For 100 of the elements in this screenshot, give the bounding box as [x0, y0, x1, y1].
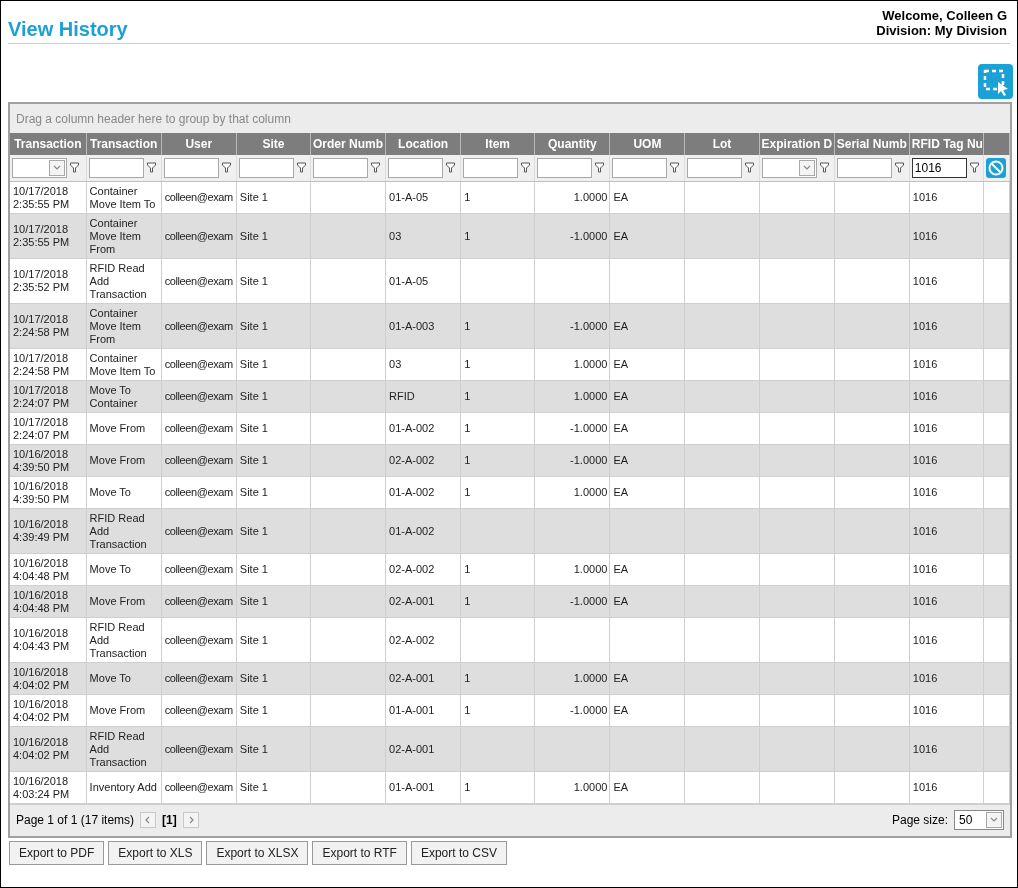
- previous-page-button[interactable]: [140, 812, 157, 828]
- filter-field[interactable]: [537, 157, 593, 178]
- column-header[interactable]: UOM: [609, 133, 685, 155]
- filter-icon[interactable]: [221, 162, 231, 174]
- table-cell: Site 1: [239, 358, 268, 370]
- table-cell: 1: [464, 704, 471, 716]
- filter-field[interactable]: [612, 157, 668, 178]
- export-button[interactable]: Export to CSV: [410, 840, 507, 865]
- table-cell: 02-A-002: [389, 563, 435, 575]
- table-cell: 10/16/2018 4:04:48 PM: [13, 588, 70, 614]
- table-cell: 01-A-001: [389, 704, 435, 716]
- clear-filter-button[interactable]: [985, 157, 1006, 178]
- table-cell: 1016: [912, 229, 938, 242]
- table-cell: Container Move Item To: [89, 184, 156, 210]
- table-cell: 10/16/2018 4:39:50 PM: [13, 447, 70, 473]
- column-header[interactable]: Site: [236, 133, 311, 155]
- column-header[interactable]: Lot: [685, 133, 760, 155]
- filter-field[interactable]: [88, 157, 144, 178]
- table-cell: EA: [613, 704, 629, 716]
- table-cell: colleen@exam: [164, 319, 233, 332]
- filter-field[interactable]: [312, 157, 368, 178]
- column-header[interactable]: Item: [460, 133, 535, 155]
- table-cell: 03: [389, 358, 402, 370]
- filter-field[interactable]: [163, 157, 219, 178]
- filter-icon[interactable]: [670, 162, 680, 174]
- table-cell: 1.0000: [573, 781, 608, 793]
- table-cell: colleen@exam: [164, 390, 233, 402]
- table-cell: 10/16/2018 4:04:02 PM: [13, 665, 70, 691]
- table-cell: -1.0000: [570, 595, 608, 607]
- filter-field[interactable]: [836, 157, 892, 178]
- table-cell: 10/16/2018 4:04:48 PM: [13, 556, 70, 582]
- table-cell: 1: [464, 563, 471, 575]
- filter-icon[interactable]: [745, 162, 755, 174]
- table-cell: 1016: [912, 191, 938, 203]
- table-cell: Site 1: [239, 454, 268, 466]
- column-header[interactable]: Transaction: [86, 133, 162, 155]
- table-cell: -1.0000: [570, 704, 608, 716]
- table-cell: colleen@exam: [164, 742, 233, 755]
- table-cell: Site 1: [239, 319, 268, 332]
- export-button[interactable]: Export to XLS: [108, 840, 203, 865]
- export-button[interactable]: Export to RTF: [312, 840, 407, 865]
- filter-icon[interactable]: [969, 162, 979, 174]
- welcome-text: Welcome, Colleen G: [882, 8, 1007, 23]
- table-cell: colleen@exam: [164, 454, 233, 466]
- selection-tool-button[interactable]: [978, 64, 1013, 99]
- table-cell: 1.0000: [573, 191, 608, 203]
- filter-field[interactable]: [687, 157, 743, 178]
- table-cell: 1016: [912, 486, 938, 498]
- filter-field[interactable]: [238, 157, 294, 178]
- table-cell: 1016: [912, 390, 938, 402]
- table-cell: 02-A-001: [389, 742, 435, 755]
- table-cell: 1.0000: [573, 390, 608, 402]
- page-size-dropdown[interactable]: 50: [954, 810, 1004, 830]
- page-size-label: Page size:: [891, 813, 948, 827]
- current-page[interactable]: [1]: [162, 813, 177, 827]
- table-cell: -1.0000: [570, 319, 608, 332]
- filter-icon[interactable]: [146, 162, 156, 174]
- column-header[interactable]: Quantity: [534, 133, 610, 155]
- table-cell: colleen@exam: [164, 633, 233, 646]
- table-cell: 1: [464, 672, 471, 684]
- filter-icon[interactable]: [521, 162, 531, 174]
- filter-icon[interactable]: [446, 162, 456, 174]
- column-header[interactable]: Serial Numb: [834, 133, 910, 155]
- column-header[interactable]: Expiration D: [759, 133, 835, 155]
- column-header[interactable]: User: [161, 133, 237, 155]
- table-cell: 10/17/2018 2:35:52 PM: [13, 268, 70, 293]
- pager-summary: Page 1 of 1 (17 items): [16, 813, 135, 827]
- filter-icon[interactable]: [819, 162, 829, 174]
- table-cell: Move To: [89, 563, 131, 575]
- table-cell: RFID: [389, 390, 415, 402]
- table-cell: 02-A-002: [389, 633, 435, 646]
- table-cell: 10/17/2018 2:24:58 PM: [13, 313, 70, 338]
- filter-field[interactable]: [388, 157, 444, 178]
- filter-icon[interactable]: [595, 162, 605, 174]
- table-cell: 1.0000: [573, 672, 608, 684]
- filter-icon[interactable]: [370, 162, 380, 174]
- filter-field[interactable]: 1016: [911, 157, 967, 178]
- export-button[interactable]: Export to XLSX: [206, 840, 309, 865]
- table-cell: EA: [613, 595, 629, 607]
- table-cell: 1: [464, 390, 471, 402]
- column-header[interactable]: RFID Tag Nu: [909, 133, 984, 155]
- table-cell: -1.0000: [570, 229, 608, 242]
- export-button[interactable]: Export to PDF: [9, 840, 105, 865]
- table-cell: Site 1: [239, 486, 268, 498]
- table-cell: 1016: [912, 422, 938, 434]
- table-cell: 1016: [912, 524, 938, 537]
- column-header[interactable]: Order Numb: [310, 133, 386, 155]
- table-cell: Move From: [89, 422, 146, 434]
- table-cell: Container Move Item To: [89, 351, 156, 377]
- table-cell: 01-A-05: [389, 274, 429, 287]
- filter-icon[interactable]: [894, 162, 904, 174]
- filter-icon[interactable]: [296, 162, 306, 174]
- filter-icon[interactable]: [70, 162, 79, 174]
- table-cell: Move To: [89, 672, 131, 684]
- filter-field[interactable]: [463, 157, 519, 178]
- column-header[interactable]: Transaction: [10, 133, 87, 155]
- column-header[interactable]: Location: [385, 133, 461, 155]
- next-page-button[interactable]: [182, 812, 199, 828]
- table-cell: 10/16/2018 4:04:43 PM: [13, 627, 70, 652]
- table-cell: 02-A-001: [389, 672, 435, 684]
